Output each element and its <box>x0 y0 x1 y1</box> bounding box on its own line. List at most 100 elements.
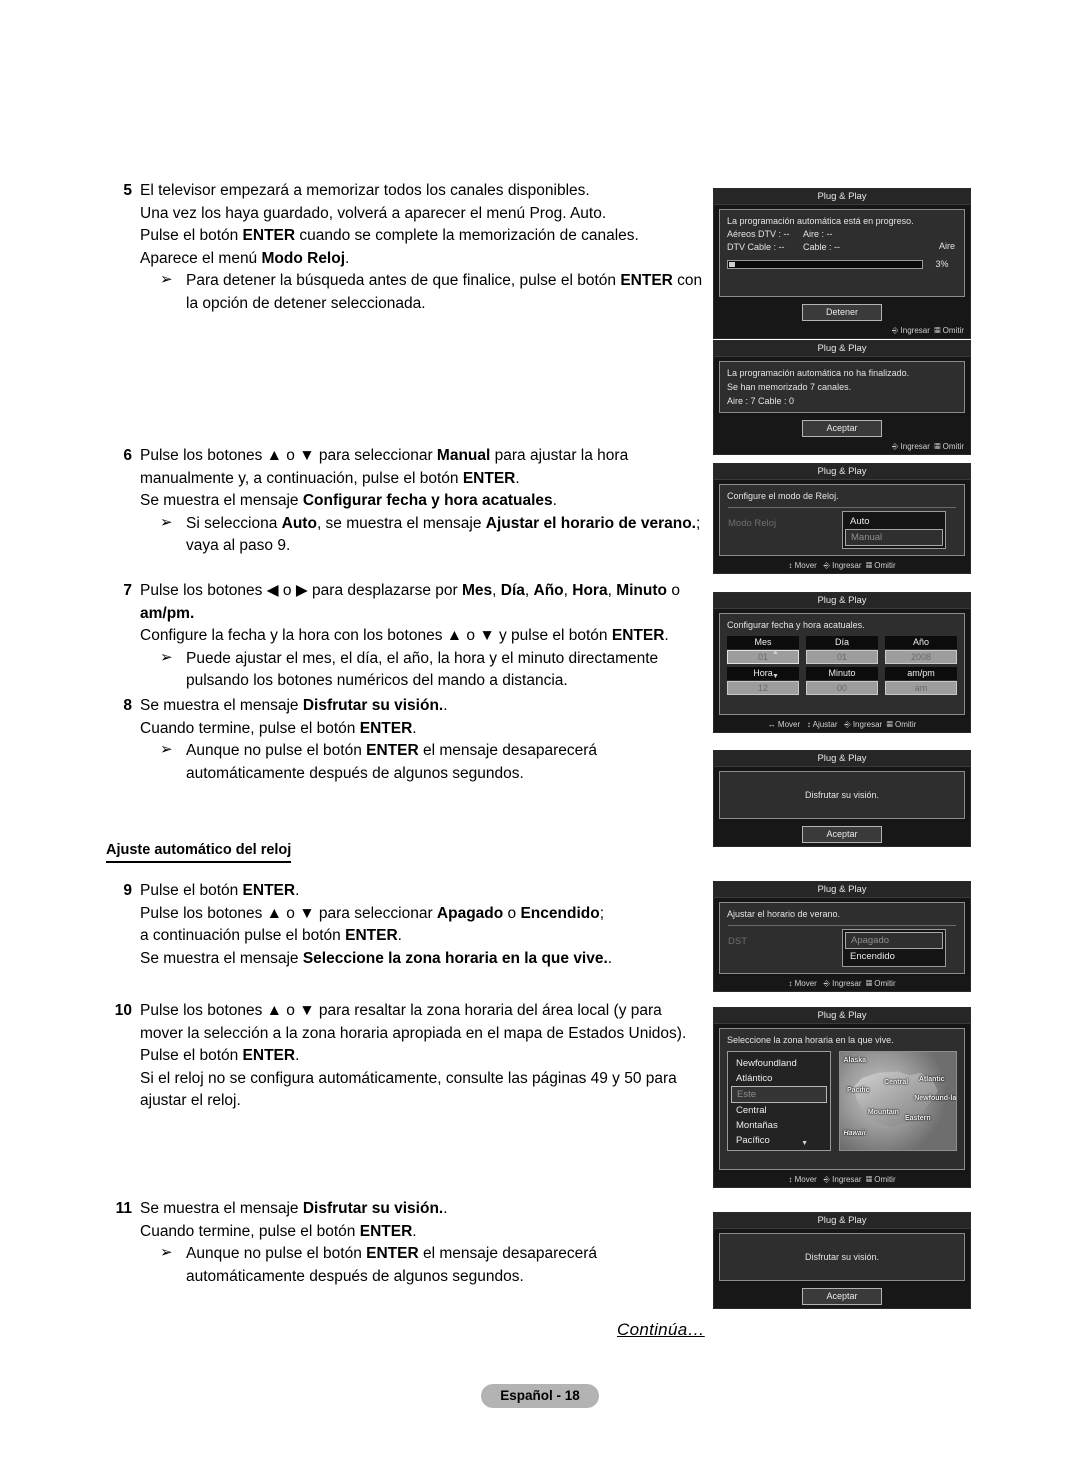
step-line: Pulse los botones ◀ o ▶ para desplazarse… <box>140 582 680 599</box>
timezone-item-atlantico[interactable]: Atlántico <box>731 1071 827 1086</box>
datetime-grid: Mes 01 Día 01 Año 2008 Hora 12 Minuto 00… <box>720 632 964 704</box>
field-dia[interactable]: Día 01 <box>806 636 878 664</box>
step-body: Pulse los botones ◀ o ▶ para desplazarse… <box>140 580 706 693</box>
menu-icon: ▦ <box>865 561 873 570</box>
osd-screenshot-timezone: Plug & Play Seleccione la zona horaria e… <box>713 1007 971 1188</box>
osd-title: Plug & Play <box>714 751 970 767</box>
enter-icon: ⎆ <box>891 326 899 335</box>
field-hora[interactable]: Hora 12 <box>727 667 799 695</box>
dst-option-apagado[interactable]: Apagado <box>845 932 943 949</box>
field-hora-value[interactable]: 12 <box>727 681 799 695</box>
enjoy-button-row: Aceptar <box>714 822 970 846</box>
clockmode-option-auto[interactable]: Auto <box>845 514 943 529</box>
timezone-list[interactable]: Newfoundland Atlántico Este Central Mont… <box>727 1051 831 1151</box>
osd-title: Plug & Play <box>714 882 970 898</box>
step-line: ajustar el reloj. <box>140 1092 241 1109</box>
caret-up-icon: ▲ <box>772 649 779 656</box>
updown-icon: ↕ <box>788 561 793 570</box>
caret-down-icon: ▼ <box>772 673 779 680</box>
manual-page: 5 El televisor empezará a memorizar todos… <box>0 0 1080 1482</box>
field-minuto-value[interactable]: 00 <box>806 681 878 695</box>
progress-bar <box>727 260 923 270</box>
bullet-arrow-icon: ➢ <box>160 741 173 758</box>
osd-panel: Configurar fecha y hora acatuales. Mes 0… <box>719 613 965 715</box>
clockmode-option-manual[interactable]: Manual <box>845 529 943 546</box>
menu-icon: ▦ <box>865 1175 873 1184</box>
timezone-item-central[interactable]: Central <box>731 1103 827 1118</box>
step-line: Se muestra el mensaje Disfrutar su visió… <box>140 1200 448 1217</box>
section-heading-text: Ajuste automático del reloj <box>106 840 292 863</box>
step-8: 8 Se muestra el mensaje Disfrutar su visi… <box>106 695 706 785</box>
step-number: 6 <box>123 447 132 464</box>
step-number: 7 <box>123 582 132 599</box>
step-body: Pulse los botones ▲ o ▼ para resaltar la… <box>140 1000 706 1113</box>
step-line: Pulse los botones ▲ o ▼ para seleccionar… <box>140 904 605 922</box>
detener-button[interactable]: Detener <box>802 304 882 321</box>
step-9: 9 Pulse el botón ENTER. Pulse los botones … <box>106 880 706 970</box>
step-line: Pulse los botones ▲ o ▼ para resaltar la… <box>140 1002 662 1019</box>
osd-panel: La programación automática no ha finaliz… <box>719 361 965 413</box>
enjoy-message: Disfrutar su visión. <box>804 1252 880 1262</box>
step-line: Pulse los botones ▲ o ▼ para seleccionar… <box>140 447 629 464</box>
field-ano-value[interactable]: 2008 <box>885 650 957 664</box>
timezone-body: Newfoundland Atlántico Este Central Mont… <box>720 1047 964 1157</box>
menu-icon: ▦ <box>934 326 941 335</box>
field-ampm-label: am/pm <box>885 667 957 680</box>
incomplete-line-3: Aire : 7 Cable : 0 <box>727 396 795 406</box>
dst-dropdown[interactable]: Apagado Encendido <box>842 929 946 967</box>
step-bullet: ➢ Si selecciona Auto, se muestra el mensa… <box>160 513 706 558</box>
enjoy-message: Disfrutar su visión. <box>804 790 880 800</box>
step-number: 11 <box>115 1200 132 1217</box>
timezone-item-newfoundland[interactable]: Newfoundland <box>731 1056 827 1071</box>
step-line: Una vez los haya guardado, volverá a apa… <box>140 204 607 222</box>
aceptar-button[interactable]: Aceptar <box>802 420 882 437</box>
osd-title: Plug & Play <box>714 341 970 357</box>
aceptar-button[interactable]: Aceptar <box>802 1288 882 1305</box>
osd-footer: ⎆ Ingresar ▦ Omitir <box>714 324 970 338</box>
updown-icon: ↕ <box>788 1175 793 1184</box>
enter-icon: ⎆ <box>823 1175 830 1184</box>
incomplete-line-2: Se han memorizado 7 canales. <box>727 382 852 392</box>
step-7: 7 Pulse los botones ◀ o ▶ para desplazars… <box>106 580 706 693</box>
osd-title: Plug & Play <box>714 1213 970 1229</box>
timezone-item-montanas[interactable]: Montañas <box>731 1118 827 1133</box>
dst-option-encendido[interactable]: Encendido <box>845 949 943 964</box>
scroll-down-icon[interactable]: ▼ <box>801 1140 808 1147</box>
step-line: Se muestra el mensaje Configurar fecha y… <box>140 492 557 509</box>
scan-row-2: DTV Cable : -- Cable : -- <box>727 242 841 252</box>
bullet-arrow-icon: ➢ <box>160 513 173 531</box>
osd-footer: ↕ Mover ⎆ Ingresar ▦ Omitir <box>714 977 970 991</box>
step-line: Se muestra el mensaje Disfrutar su visió… <box>140 697 448 714</box>
field-minuto[interactable]: Minuto 00 <box>806 667 878 695</box>
step-5: 5 El televisor empezará a memorizar todos… <box>106 180 706 315</box>
aceptar-button[interactable]: Aceptar <box>802 826 882 843</box>
incomplete-button-row: Aceptar <box>714 416 970 440</box>
enter-icon: ⎆ <box>891 442 899 451</box>
step-line: Pulse el botón ENTER cuando se complete … <box>140 227 639 244</box>
field-ano[interactable]: Año 2008 <box>885 636 957 664</box>
step-bullet: ➢ Aunque no pulse el botón ENTER el mensa… <box>160 1243 706 1288</box>
field-dia-value[interactable]: 01 <box>806 650 878 664</box>
step-line: Cuando termine, pulse el botón ENTER. <box>140 719 417 737</box>
map-label-alaska: Alaska <box>843 1056 867 1064</box>
footer-skip-label: Omitir <box>942 442 964 451</box>
scan-message: La programación automática está en progr… <box>727 216 914 226</box>
timezone-item-este[interactable]: Este <box>731 1086 827 1103</box>
updown-icon: ↕ <box>806 720 811 729</box>
footer-enter-label: Ingresar <box>832 1175 862 1184</box>
step-body: Se muestra el mensaje Disfrutar su visió… <box>140 695 706 785</box>
clockmode-dropdown[interactable]: Auto Manual <box>842 511 946 549</box>
step-line: Aparece el menú Modo Reloj. <box>140 249 350 267</box>
field-ampm-value[interactable]: am <box>885 681 957 695</box>
page-badge: Español - 18 <box>481 1384 599 1408</box>
field-mes-value[interactable]: 01 <box>727 650 799 664</box>
bullet-arrow-icon: ➢ <box>160 1244 173 1261</box>
field-ampm[interactable]: am/pm am <box>885 667 957 695</box>
footer-enter-label: Ingresar <box>832 979 862 988</box>
osd-title: Plug & Play <box>714 189 970 205</box>
field-mes[interactable]: Mes 01 <box>727 636 799 664</box>
timezone-item-pacifico[interactable]: Pacífico <box>731 1133 827 1148</box>
osd-panel: Disfrutar su visión. <box>719 771 965 819</box>
datetime-message: Configurar fecha y hora acatuales. <box>727 620 865 630</box>
menu-icon: ▦ <box>934 442 941 451</box>
